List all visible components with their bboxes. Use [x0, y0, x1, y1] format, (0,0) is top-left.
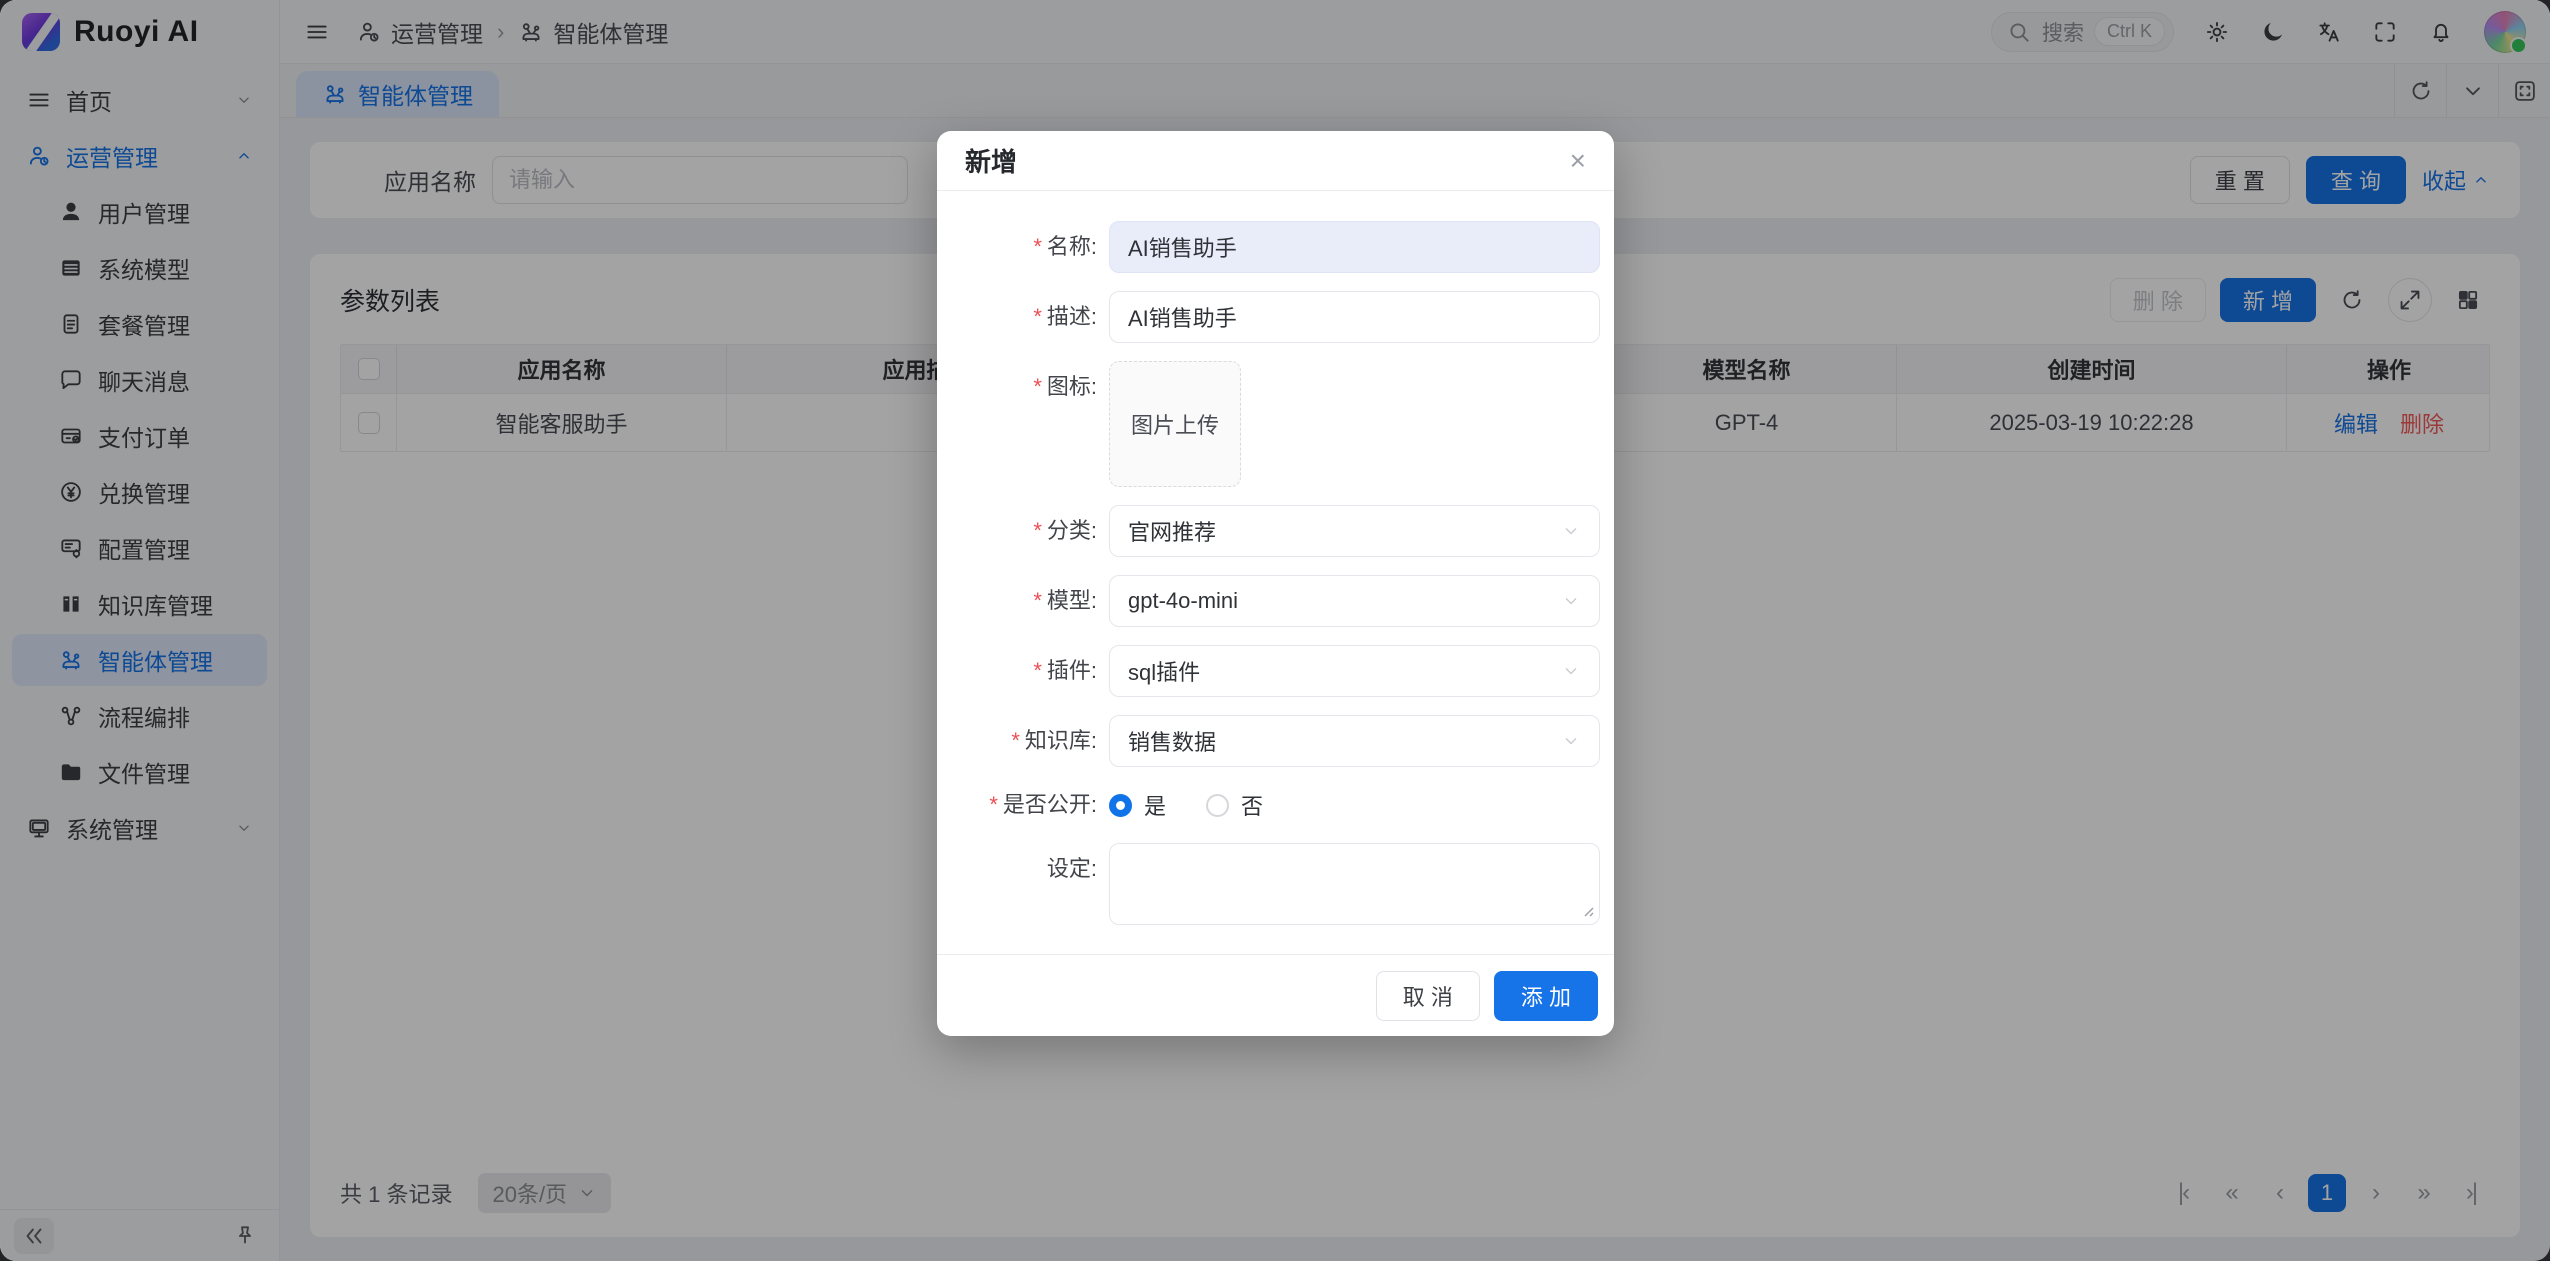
desc-label: 描述: [937, 291, 1109, 343]
plugin-select[interactable]: sql插件 [1109, 645, 1600, 697]
category-label: 分类: [937, 505, 1109, 557]
image-upload-box[interactable]: 图片上传 [1109, 361, 1241, 487]
radio-public-yes[interactable]: 是 [1109, 789, 1166, 821]
modal-title: 新增 [965, 142, 1017, 179]
setting-textarea[interactable] [1109, 843, 1600, 925]
field-icon: 图标: 图片上传 [937, 361, 1600, 487]
field-desc: 描述: [937, 291, 1600, 343]
chevron-down-icon [1561, 661, 1581, 681]
setting-label: 设定: [937, 843, 1109, 895]
radio-selected-icon [1109, 794, 1132, 817]
category-select[interactable]: 官网推荐 [1109, 505, 1600, 557]
chevron-down-icon [1561, 591, 1581, 611]
chevron-down-icon [1561, 521, 1581, 541]
desc-input[interactable] [1109, 291, 1600, 343]
name-input[interactable] [1109, 221, 1600, 273]
modal-header: 新增 × [937, 131, 1614, 191]
kb-select[interactable]: 销售数据 [1109, 715, 1600, 767]
field-setting: 设定: [937, 843, 1600, 930]
close-icon[interactable]: × [1570, 147, 1586, 175]
radio-unselected-icon [1206, 794, 1229, 817]
name-label: 名称: [937, 221, 1109, 273]
kb-label: 知识库: [937, 715, 1109, 767]
modal-footer: 取 消 添 加 [937, 954, 1614, 1036]
model-select[interactable]: gpt-4o-mini [1109, 575, 1600, 627]
field-plugin: 插件: sql插件 [937, 645, 1600, 697]
field-kb: 知识库: 销售数据 [937, 715, 1600, 767]
field-model: 模型: gpt-4o-mini [937, 575, 1600, 627]
add-agent-modal: 新增 × 名称: 描述: 图标: 图片上传 分类: [937, 131, 1614, 1036]
submit-add-button[interactable]: 添 加 [1494, 971, 1598, 1021]
modal-body: 名称: 描述: 图标: 图片上传 分类: 官网推荐 [937, 191, 1614, 954]
field-category: 分类: 官网推荐 [937, 505, 1600, 557]
plugin-label: 插件: [937, 645, 1109, 697]
public-label: 是否公开: [937, 785, 1109, 825]
icon-label: 图标: [937, 361, 1109, 413]
radio-public-no[interactable]: 否 [1206, 789, 1263, 821]
app-window: Ruoyi AI 首页 运营管理 用户管理 系统模型 套餐管理 聊天消息 支付订… [0, 0, 2550, 1261]
chevron-down-icon [1561, 731, 1581, 751]
field-public: 是否公开: 是 否 [937, 785, 1600, 825]
cancel-button[interactable]: 取 消 [1376, 971, 1480, 1021]
field-name: 名称: [937, 221, 1600, 273]
model-label: 模型: [937, 575, 1109, 627]
